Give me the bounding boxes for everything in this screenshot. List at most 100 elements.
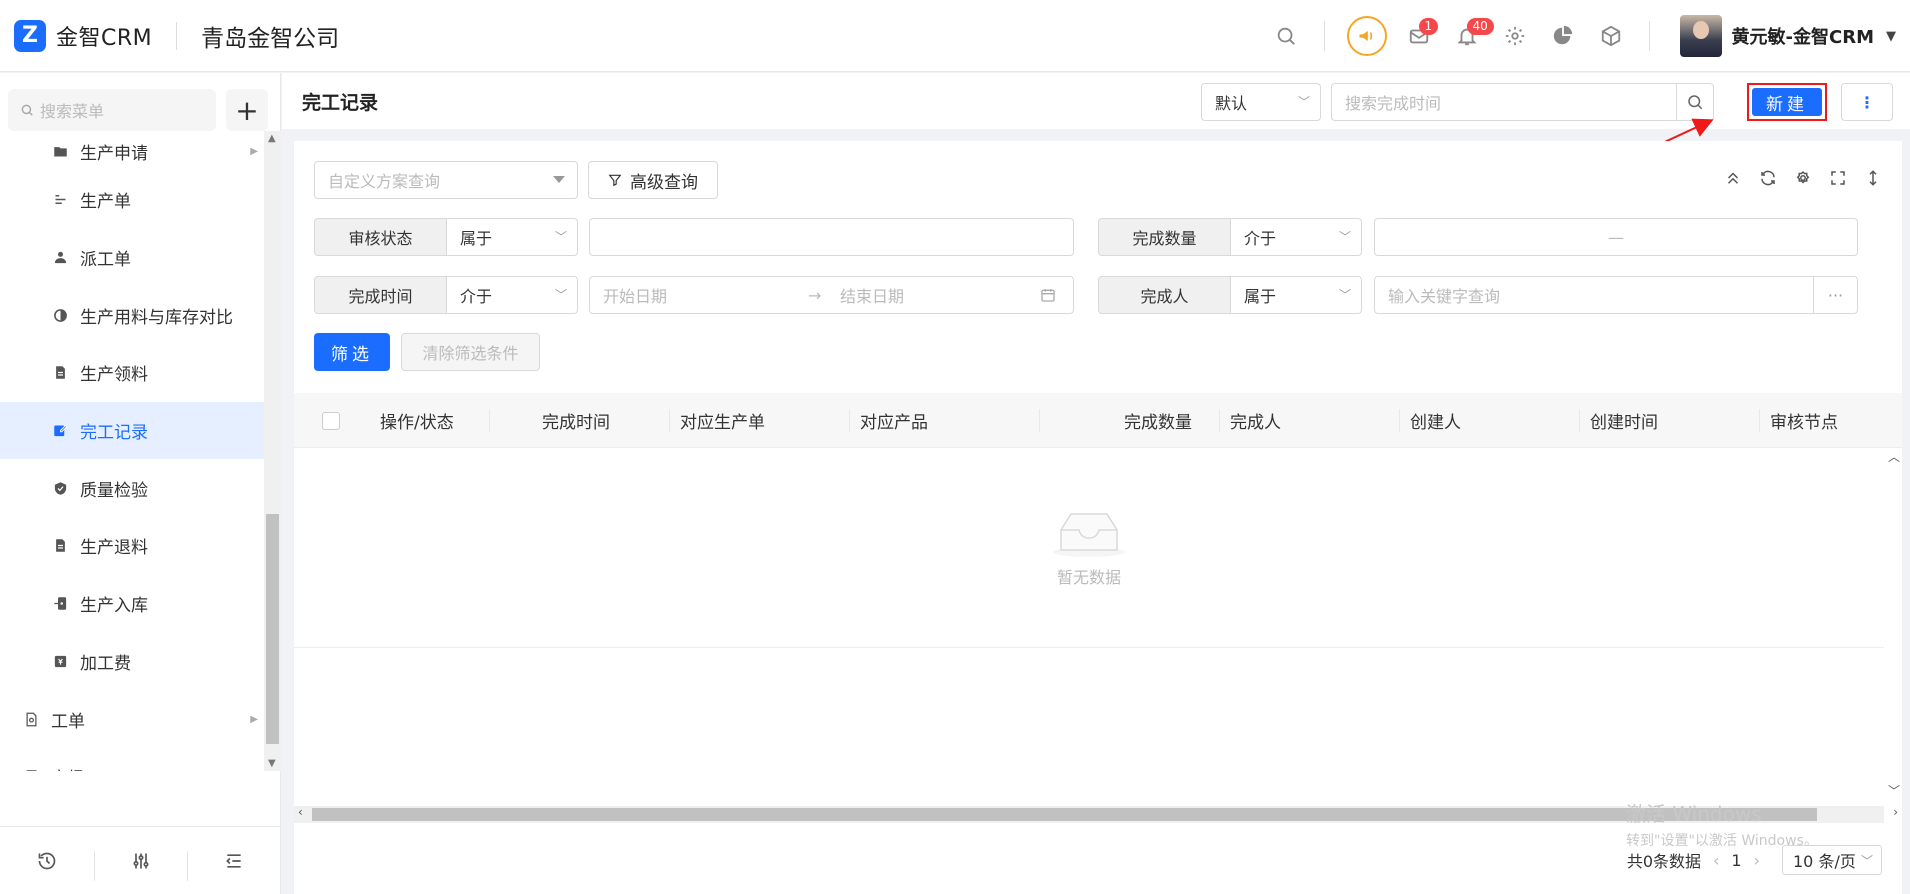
calendar-icon	[1041, 289, 1055, 302]
sidebar: 搜索菜单 + 生产申请 ▶ 生产单 派工单 生产用料与库存对比 生产领料 完工记…	[0, 73, 281, 894]
user-menu-chevron-icon[interactable]: ▼	[1886, 29, 1896, 44]
sidebar-scrollbar[interactable]: ▲ ▼	[264, 131, 281, 771]
sidebar-item-material-return[interactable]: 生产退料	[0, 517, 264, 575]
menu-settings-button[interactable]	[93, 850, 188, 881]
chevron-down-icon: ﹀	[1338, 230, 1351, 244]
report-button[interactable]	[1539, 12, 1587, 60]
app-center-button[interactable]	[1587, 12, 1635, 60]
column-header[interactable]: 审核节点	[1760, 393, 1884, 448]
search-icon	[1277, 27, 1295, 45]
scrollbar-thumb[interactable]	[266, 514, 279, 744]
settings-button[interactable]	[1491, 12, 1539, 60]
filter-operator-select[interactable]: 介于 ﹀	[447, 276, 578, 314]
refresh-icon[interactable]	[1759, 169, 1777, 187]
date-range-input[interactable]: 开始日期 → 结束日期	[589, 276, 1074, 314]
username[interactable]: 黄元敏-金智CRM	[1732, 23, 1874, 49]
advanced-query-button[interactable]: 高级查询	[588, 161, 718, 199]
filter-operator-select[interactable]: 属于 ﹀	[1231, 276, 1362, 314]
content-panel: 自定义方案查询 高级查询 审核状态 属于 ﹀ 完成数量 介于 ﹀ — 完成时间 介于…	[294, 141, 1902, 894]
custom-scheme-placeholder: 自定义方案查询	[328, 172, 441, 191]
view-select[interactable]: 默认 ﹀	[1201, 83, 1321, 121]
column-header[interactable]: 对应生产单	[680, 393, 850, 448]
fullscreen-icon[interactable]	[1829, 169, 1847, 187]
custom-scheme-select[interactable]: 自定义方案查询	[314, 161, 578, 199]
new-button[interactable]: 新建	[1752, 88, 1822, 116]
sidebar-item-dispatch-order[interactable]: 派工单	[0, 229, 264, 287]
worker-icon	[53, 250, 68, 265]
sidebar-item-label: 生产申请	[80, 143, 148, 164]
column-header[interactable]: 完成人	[1220, 393, 1400, 448]
message-button[interactable]: 1	[1395, 12, 1443, 60]
history-button[interactable]	[0, 851, 94, 871]
column-header[interactable]: 对应产品	[860, 393, 1040, 448]
announcement-button[interactable]	[1346, 16, 1387, 56]
completed-by-input[interactable]: 输入关键字查询	[1374, 276, 1814, 314]
completed-by-picker-button[interactable]: ···	[1813, 276, 1858, 314]
scroll-up-icon[interactable]: ▲	[268, 133, 276, 144]
avatar[interactable]	[1679, 15, 1722, 57]
scrollbar-thumb[interactable]	[312, 808, 1817, 821]
column-settings-icon[interactable]	[1794, 169, 1812, 187]
column-header[interactable]: 创建人	[1400, 393, 1580, 448]
quantity-range-input[interactable]: —	[1374, 218, 1858, 256]
divider	[176, 21, 178, 50]
page-title: 完工记录	[302, 91, 379, 114]
scroll-down-icon[interactable]: ▼	[268, 758, 276, 769]
sidebar-item-material-picking[interactable]: 生产领料	[0, 344, 264, 402]
audit-status-input[interactable]	[589, 218, 1074, 256]
sidebar-item-processing-fee[interactable]: 加工费	[0, 633, 264, 691]
arrow-right-icon: →	[808, 285, 822, 305]
row-height-icon[interactable]	[1864, 169, 1882, 187]
filter-button[interactable]: 筛选	[314, 333, 390, 371]
logo-icon: Z	[14, 19, 46, 52]
filter-operator-value: 属于	[460, 229, 493, 248]
scroll-up-icon[interactable]: ︿	[1888, 448, 1900, 465]
start-date-placeholder: 开始日期	[603, 287, 668, 306]
empty-inbox-icon	[1053, 512, 1125, 557]
sidebar-item-completion-record[interactable]: 完工记录	[0, 401, 264, 460]
global-search-button[interactable]	[1262, 12, 1310, 60]
filter-operator-select[interactable]: 介于 ﹀	[1231, 218, 1362, 256]
table-vertical-scrollbar[interactable]: ︿ ﹀	[1884, 448, 1902, 798]
prev-page-icon[interactable]: ‹	[1713, 851, 1719, 870]
sidebar-item-production-order[interactable]: 生产单	[0, 171, 264, 229]
sidebar-item-quality-inspection[interactable]: 质量检验	[0, 459, 264, 517]
sidebar-item-production-storage[interactable]: 生产入库	[0, 575, 264, 633]
sidebar-item-production-request[interactable]: 生产申请 ▶	[0, 131, 264, 171]
company-name: 青岛金智公司	[201, 25, 340, 52]
chevron-down-icon: ﹀	[1860, 854, 1873, 868]
sidebar-item-label: 生产退料	[80, 538, 148, 559]
history-icon	[38, 852, 56, 869]
sidebar-item-label: 加工费	[80, 653, 131, 674]
column-header[interactable]: 完成时间	[490, 393, 670, 448]
page-size-value: 10 条/页	[1793, 852, 1856, 871]
filter-operator-select[interactable]: 属于 ﹀	[447, 218, 578, 256]
sidebar-item-label: 完工记录	[80, 423, 148, 444]
chevron-right-icon: ▶	[250, 145, 258, 157]
search-icon	[21, 104, 33, 116]
scroll-left-icon[interactable]: ‹	[298, 805, 303, 819]
current-page[interactable]: 1	[1731, 851, 1741, 870]
sidebar-item-market[interactable]: 市场 ▶	[0, 748, 264, 771]
sidebar-item-work-order[interactable]: 工单 ▶	[0, 690, 264, 748]
logo-text: 金智CRM	[56, 25, 153, 51]
column-header[interactable]: 操作/状态	[380, 393, 490, 448]
advanced-query-label: 高级查询	[630, 172, 698, 193]
collapse-menu-button[interactable]	[187, 850, 281, 881]
collapse-up-icon[interactable]	[1724, 169, 1742, 187]
scroll-down-icon[interactable]: ﹀	[1888, 782, 1900, 799]
menu-search-input[interactable]: 搜索菜单	[8, 89, 216, 131]
app-logo[interactable]: Z 金智CRM	[14, 19, 153, 52]
watermark-line1: 激活 Windows	[1626, 802, 1762, 826]
sidebar-item-material-comparison[interactable]: 生产用料与库存对比	[0, 286, 264, 344]
scroll-right-icon[interactable]: ›	[1893, 805, 1898, 819]
next-page-icon[interactable]: ›	[1754, 851, 1760, 870]
column-header[interactable]: 创建时间	[1580, 393, 1760, 448]
clear-filter-button[interactable]: 清除筛选条件	[401, 333, 540, 371]
column-header[interactable]: 完成数量	[1040, 393, 1220, 448]
select-all-checkbox[interactable]	[322, 393, 340, 448]
notification-button[interactable]: 40	[1443, 12, 1494, 60]
collapse-icon	[226, 853, 241, 868]
add-menu-button[interactable]: +	[226, 89, 268, 131]
more-options-button[interactable]: ⋮	[1841, 83, 1893, 121]
